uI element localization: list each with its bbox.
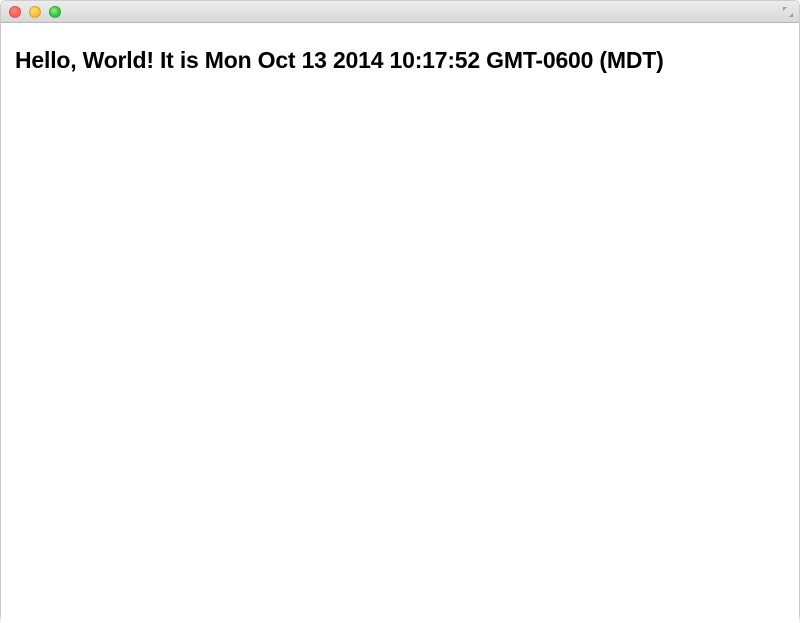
- minimize-button[interactable]: [29, 6, 41, 18]
- page-heading: Hello, World! It is Mon Oct 13 2014 10:1…: [15, 47, 785, 74]
- window-title-bar: [1, 1, 799, 23]
- resize-icon[interactable]: [781, 5, 795, 19]
- zoom-button[interactable]: [49, 6, 61, 18]
- window-content: Hello, World! It is Mon Oct 13 2014 10:1…: [1, 23, 799, 623]
- close-button[interactable]: [9, 6, 21, 18]
- traffic-lights: [9, 6, 61, 18]
